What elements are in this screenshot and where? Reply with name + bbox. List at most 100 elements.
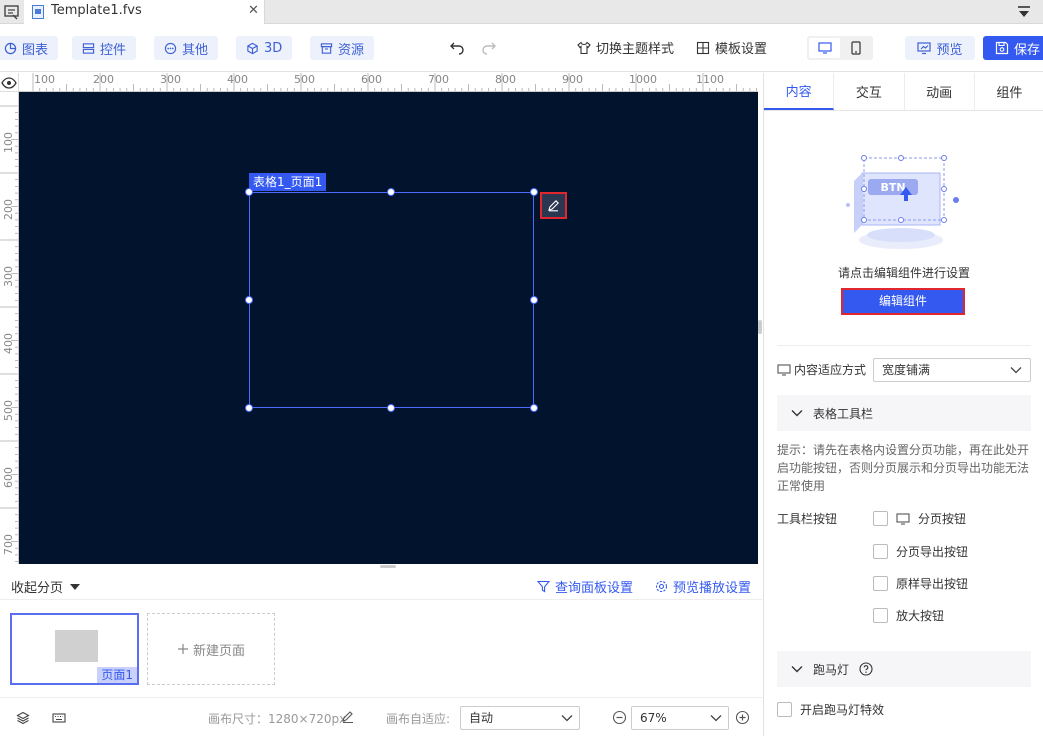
marquee-toggle-option[interactable]: 开启跑马灯特效 <box>777 701 884 718</box>
window-menu-icon[interactable] <box>1016 5 1032 19</box>
canvas-fit-value: 自动 <box>469 711 494 725</box>
ruler-tick-label: 300 <box>2 266 15 287</box>
collapse-pages-toggle[interactable]: 收起分页 <box>11 577 81 596</box>
pie-chart-icon <box>4 42 17 54</box>
switch-theme-label: 切换主题样式 <box>596 42 675 57</box>
switch-theme-button[interactable]: 切换主题样式 <box>577 38 674 57</box>
panel-tabs: 内容 交互 动画 组件 <box>764 73 1043 111</box>
resize-handle-ne[interactable] <box>530 188 538 196</box>
collapse-pages-label: 收起分页 <box>11 581 64 596</box>
zoom-in-icon[interactable] <box>735 710 750 725</box>
canvas-fit-select[interactable]: 自动 <box>460 706 580 730</box>
layers-icon[interactable] <box>16 711 30 725</box>
resize-handle-e[interactable] <box>530 296 538 304</box>
resize-handle-nw[interactable] <box>245 188 253 196</box>
tab-template1[interactable]: Template1.fvs ✕ <box>24 0 265 24</box>
original-export-option[interactable]: 原样导出按钮 <box>873 575 968 592</box>
ruler-tick-label: 300 <box>160 73 181 86</box>
zoom-select[interactable]: 67% <box>631 706 729 730</box>
tab-bar: Template1.fvs ✕ <box>0 0 1043 24</box>
ruler-tick-label: 200 <box>2 199 15 220</box>
keyboard-icon[interactable] <box>52 711 66 725</box>
page-name: 页面1 <box>97 667 137 683</box>
btn-illustration: BTN <box>846 155 959 249</box>
template-settings-button[interactable]: 模板设置 <box>696 38 767 57</box>
design-canvas[interactable]: 表格1_页面1 <box>19 92 758 564</box>
edit-hint-text: 请点击编辑组件进行设置 <box>837 266 970 280</box>
canvas-size-text: 画布尺寸：1280×720px <box>208 712 347 726</box>
tab-interaction[interactable]: 交互 <box>834 73 905 110</box>
preview-button[interactable]: 预览 <box>905 36 975 60</box>
zoom-button-option[interactable]: 放大按钮 <box>873 607 944 624</box>
edit-size-icon[interactable] <box>341 710 355 724</box>
original-export-checkbox[interactable] <box>873 576 888 591</box>
ruler-tick-label: 1100 <box>696 73 724 86</box>
left-ruler: 100 200 300 400 500 600 700 <box>0 92 19 564</box>
marquee-toggle-label: 开启跑马灯特效 <box>800 703 885 717</box>
pages-header: 收起分页 查询面板设置 预览播放设置 <box>0 570 762 600</box>
fit-mode-select[interactable]: 宽度铺满 <box>873 358 1031 382</box>
resource-button[interactable]: 资源 <box>310 36 375 60</box>
ruler-tick-label: 600 <box>2 467 15 488</box>
original-export-label: 原样导出按钮 <box>896 577 969 591</box>
chevron-down-icon <box>710 715 722 722</box>
undo-icon[interactable] <box>449 39 465 55</box>
redo-icon[interactable] <box>481 39 497 55</box>
left-ruler-ticks <box>0 105 18 563</box>
chart-button[interactable]: 图表 <box>0 36 59 60</box>
resize-handle-sw[interactable] <box>245 404 253 412</box>
shirt-icon <box>577 41 591 54</box>
widget-icon <box>82 42 95 54</box>
zoom-button-checkbox[interactable] <box>873 608 888 623</box>
marquee-section-header[interactable]: 跑马灯 <box>777 651 1031 687</box>
desktop-view-button[interactable] <box>809 38 840 58</box>
marquee-checkbox[interactable] <box>777 702 792 717</box>
mobile-view-button[interactable] <box>840 38 871 58</box>
3d-button[interactable]: 3D <box>236 36 293 60</box>
paging-button-option[interactable]: 分页按钮 <box>873 510 966 527</box>
ruler-tick-label: 500 <box>294 73 315 86</box>
tab-content[interactable]: 内容 <box>764 73 835 110</box>
other-button[interactable]: 其他 <box>154 36 219 60</box>
ruler-tick-label: 100 <box>34 73 55 86</box>
resize-handle-n[interactable] <box>387 188 395 196</box>
table-component[interactable] <box>249 192 534 408</box>
app-window: Template1.fvs ✕ 图表 控件 其他 3D 资源 切换主题样式 模板… <box>0 0 1043 736</box>
page-thumbnail[interactable]: 页面1 <box>10 613 139 685</box>
tab-animation[interactable]: 动画 <box>905 73 975 110</box>
canvas-resize-grip[interactable] <box>380 565 396 568</box>
ruler-corner[interactable] <box>0 73 19 92</box>
paging-export-checkbox[interactable] <box>873 544 888 559</box>
ruler-tick-label: 400 <box>227 73 248 86</box>
other-label: 其他 <box>182 42 209 58</box>
new-page-button[interactable]: 新建页面 <box>147 613 275 685</box>
table-toolbar-section-header[interactable]: 表格工具栏 <box>777 395 1031 431</box>
resize-handle-w[interactable] <box>245 296 253 304</box>
app-icon[interactable] <box>4 4 20 20</box>
divider <box>777 345 1031 346</box>
help-icon[interactable] <box>859 662 873 676</box>
preview-playback-settings-link[interactable]: 预览播放设置 <box>655 577 751 596</box>
resource-label: 资源 <box>338 42 365 58</box>
paging-button-checkbox[interactable] <box>873 511 888 526</box>
selected-component-label[interactable]: 表格1_页面1 <box>249 173 327 191</box>
edit-component-button[interactable] <box>540 192 567 219</box>
edit-component-button-main[interactable]: 编辑组件 <box>841 288 965 315</box>
zoom-button-label: 放大按钮 <box>896 609 945 623</box>
save-button[interactable]: 保存 <box>983 36 1043 60</box>
panel-resize-grip[interactable] <box>758 320 762 334</box>
resize-handle-se[interactable] <box>530 404 538 412</box>
tab-component[interactable]: 组件 <box>975 73 1043 110</box>
paging-export-label: 分页导出按钮 <box>896 545 969 559</box>
resize-handle-s[interactable] <box>387 404 395 412</box>
box-icon <box>320 42 333 54</box>
widget-button[interactable]: 控件 <box>72 36 137 60</box>
zoom-out-icon[interactable] <box>612 710 627 725</box>
close-icon[interactable]: ✕ <box>248 3 259 18</box>
ruler-tick-label: 200 <box>93 73 114 86</box>
properties-panel: 内容 交互 动画 组件 BTN 请点击编辑组件进行设置 编辑组件 内容适应方式 … <box>763 73 1043 736</box>
query-panel-settings-link[interactable]: 查询面板设置 <box>537 577 633 596</box>
layout-icon <box>696 41 710 54</box>
filter-icon <box>537 580 550 593</box>
paging-export-option[interactable]: 分页导出按钮 <box>873 543 968 560</box>
